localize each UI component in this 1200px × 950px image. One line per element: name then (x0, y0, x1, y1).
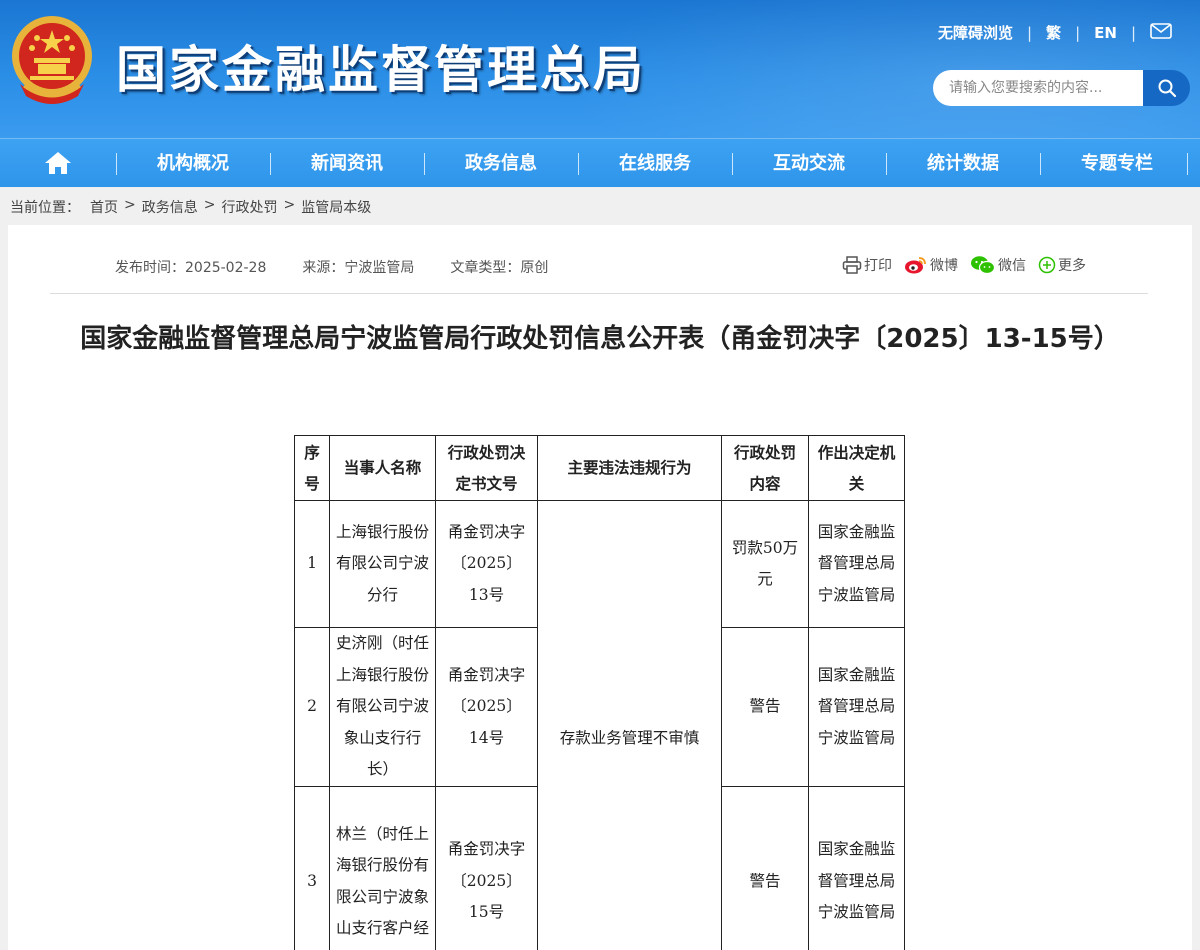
cell-authority: 国家金融监督管理总局宁波监管局 (808, 627, 905, 787)
breadcrumb: 当前位置： 首页 > 政务信息 > 行政处罚 > 监管局本级 (10, 197, 371, 217)
top-links: 无障碍浏览 | 繁 | EN | (938, 22, 1172, 43)
search-input[interactable] (933, 70, 1143, 106)
cell-party: 上海银行股份有限公司宁波分行 (329, 500, 436, 628)
breadcrumb-penalties[interactable]: 行政处罚 (221, 197, 277, 217)
breadcrumb-home[interactable]: 首页 (90, 197, 118, 217)
divider: | (1075, 23, 1081, 42)
cell-no: 2 (294, 627, 330, 787)
search-box (933, 70, 1190, 106)
cell-no: 1 (294, 500, 330, 628)
search-icon (1158, 79, 1176, 98)
cell-violation: 存款业务管理不审慎 (537, 500, 722, 950)
cell-authority: 国家金融监督管理总局宁波监管局 (808, 786, 905, 950)
cell-no: 3 (294, 786, 330, 950)
national-emblem-logo[interactable] (8, 14, 96, 106)
table-header-row: 序号 当事人名称 行政处罚决定书文号 主要违法违规行为 行政处罚内容 作出决定机… (294, 435, 905, 501)
header-no: 序号 (294, 435, 330, 501)
cell-penalty: 警告 (721, 786, 809, 950)
header-doc-number: 行政处罚决定书文号 (435, 435, 538, 501)
search-button[interactable] (1143, 70, 1190, 106)
breadcrumb-separator: > (283, 197, 296, 213)
divider: | (1130, 23, 1136, 42)
cell-doc-number: 甬金罚决字〔2025〕13号 (435, 500, 538, 628)
nav-home[interactable] (0, 139, 116, 188)
print-button[interactable]: 打印 (842, 255, 892, 275)
mail-link[interactable] (1150, 22, 1172, 43)
article-container: 发布时间：2025-02-28 来源：宁波监管局 文章类型：原创 打印 微博 微… (8, 225, 1192, 950)
more-share-button[interactable]: 更多 (1038, 255, 1086, 275)
header-authority: 作出决定机关 (808, 435, 905, 501)
print-label: 打印 (864, 258, 892, 274)
nav-item-special-topics[interactable]: 专题专栏 (1040, 139, 1194, 188)
wechat-icon (971, 256, 996, 275)
share-bar: 打印 微博 微信 更多 (842, 255, 1098, 275)
nav-divider (1187, 153, 1188, 175)
article-type: 文章类型：原创 (450, 260, 549, 276)
mail-icon (1150, 22, 1172, 39)
nav-item-government-info[interactable]: 政务信息 (424, 139, 578, 188)
nav-item-interaction[interactable]: 互动交流 (732, 139, 886, 188)
accessible-browse-link[interactable]: 无障碍浏览 (938, 22, 1013, 43)
cell-party: 林兰（时任上海银行股份有限公司宁波象山支行客户经 (329, 786, 436, 950)
article-source: 来源：宁波监管局 (302, 260, 415, 276)
nav-item-online-service[interactable]: 在线服务 (578, 139, 732, 188)
cell-authority: 国家金融监督管理总局宁波监管局 (808, 500, 905, 628)
nav-item-statistics[interactable]: 统计数据 (886, 139, 1040, 188)
wechat-share-button[interactable]: 微信 (970, 255, 1026, 275)
english-link[interactable]: EN (1094, 24, 1117, 42)
printer-icon (842, 256, 862, 274)
weibo-label: 微博 (930, 258, 958, 274)
cell-party: 史济刚（时任上海银行股份有限公司宁波象山支行行长） (329, 627, 436, 787)
divider: | (1026, 23, 1033, 42)
main-nav: 机构概况 新闻资讯 政务信息 在线服务 互动交流 统计数据 专题专栏 (0, 138, 1200, 187)
article-title: 国家金融监督管理总局宁波监管局行政处罚信息公开表（甬金罚决字〔2025〕13-1… (80, 324, 1120, 354)
cell-doc-number: 甬金罚决字〔2025〕15号 (435, 786, 538, 950)
breadcrumb-government-info[interactable]: 政务信息 (142, 197, 198, 217)
nav-item-about[interactable]: 机构概况 (116, 139, 270, 188)
home-icon (45, 152, 71, 174)
cell-penalty: 警告 (721, 627, 809, 787)
breadcrumb-separator: > (203, 197, 216, 213)
traditional-chinese-link[interactable]: 繁 (1046, 22, 1061, 43)
table-row: 1 上海银行股份有限公司宁波分行 甬金罚决字〔2025〕13号 存款业务管理不审… (294, 500, 905, 950)
weibo-icon (905, 257, 926, 274)
site-header: 国家金融监督管理总局 无障碍浏览 | 繁 | EN | (0, 0, 1200, 138)
site-title[interactable]: 国家金融监督管理总局 (116, 30, 646, 102)
cell-penalty: 罚款50万元 (721, 500, 809, 628)
nav-item-news[interactable]: 新闻资讯 (270, 139, 424, 188)
breadcrumb-separator: > (124, 197, 136, 213)
header-penalty: 行政处罚内容 (721, 435, 809, 501)
penalty-table: 序号 当事人名称 行政处罚决定书文号 主要违法违规行为 行政处罚内容 作出决定机… (294, 435, 905, 950)
publish-time: 发布时间：2025-02-28 (115, 260, 267, 276)
breadcrumb-label: 当前位置： (10, 200, 80, 216)
breadcrumb-bureau[interactable]: 监管局本级 (301, 197, 371, 217)
meta-divider (50, 293, 1148, 294)
article-meta: 发布时间：2025-02-28 来源：宁波监管局 文章类型：原创 (115, 257, 584, 277)
wechat-label: 微信 (998, 258, 1026, 274)
more-label: 更多 (1058, 258, 1086, 274)
weibo-share-button[interactable]: 微博 (904, 255, 958, 275)
cell-doc-number: 甬金罚决字〔2025〕14号 (435, 627, 538, 787)
header-party: 当事人名称 (329, 435, 436, 501)
plus-circle-icon (1038, 256, 1056, 274)
header-violation: 主要违法违规行为 (537, 435, 722, 501)
